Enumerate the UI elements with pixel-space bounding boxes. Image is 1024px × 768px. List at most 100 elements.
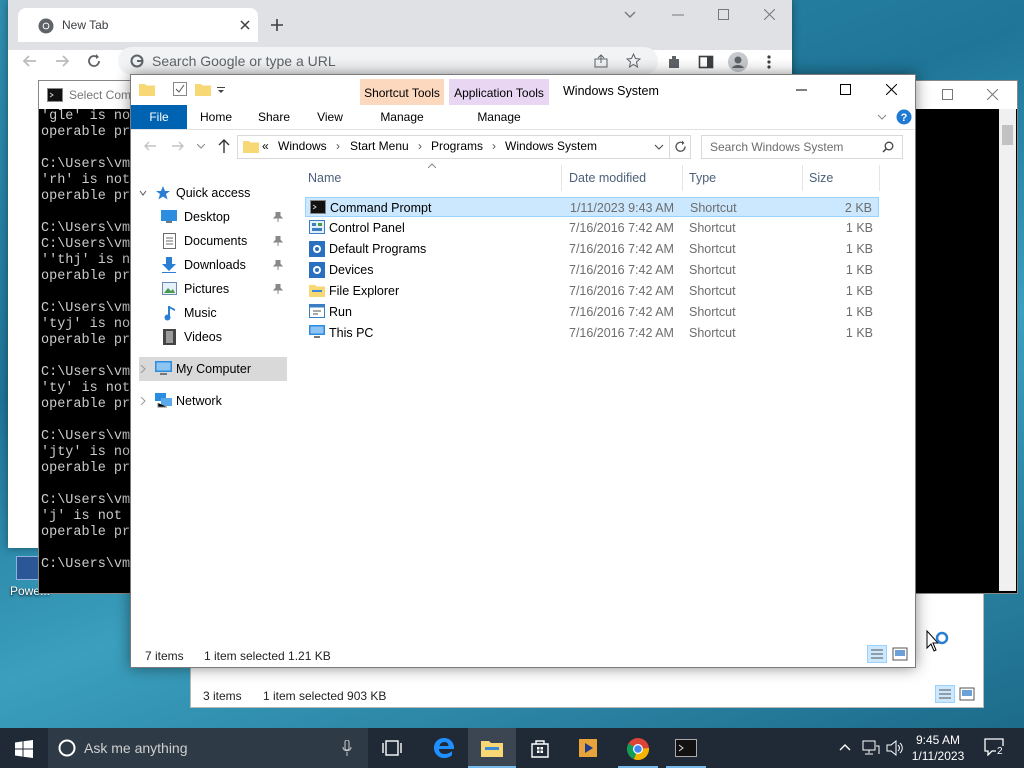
- pin-icon[interactable]: [273, 236, 283, 246]
- bookmark-star-icon[interactable]: [626, 53, 641, 68]
- address-dropdown-chevron-icon[interactable]: [654, 144, 664, 150]
- side-panel-icon[interactable]: [698, 54, 714, 70]
- file-row[interactable]: Devices 7/16/2016 7:42 AM Shortcut 1 KB: [305, 260, 879, 280]
- quick-access-toolbar-chevron-icon[interactable]: [217, 87, 225, 93]
- taskbar-store[interactable]: [516, 728, 564, 768]
- expand-chevron-icon[interactable]: [140, 397, 147, 405]
- nav-pictures[interactable]: Pictures: [161, 279, 287, 299]
- close-tab-icon[interactable]: [240, 20, 250, 30]
- tab-manage-shortcut[interactable]: Manage: [360, 105, 444, 129]
- file-row[interactable]: Control Panel 7/16/2016 7:42 AM Shortcut 1 …: [305, 218, 879, 238]
- microphone-icon[interactable]: [342, 740, 352, 756]
- forward-icon[interactable]: [171, 139, 185, 153]
- cmd-scrollbar[interactable]: [999, 109, 1016, 591]
- volume-icon[interactable]: [886, 740, 904, 756]
- close-icon[interactable]: [886, 84, 897, 95]
- profile-avatar-icon[interactable]: [728, 52, 748, 72]
- shortcut-tools-tab[interactable]: Shortcut Tools: [360, 79, 444, 105]
- maximize-icon[interactable]: [840, 84, 851, 95]
- column-divider[interactable]: [879, 165, 880, 191]
- refresh-icon[interactable]: [674, 140, 687, 153]
- nav-music[interactable]: Music: [161, 303, 287, 323]
- nav-documents[interactable]: Documents: [161, 231, 287, 251]
- close-icon[interactable]: [764, 9, 775, 20]
- maximize-icon[interactable]: [718, 9, 729, 20]
- share-icon[interactable]: [594, 54, 608, 68]
- chrome-menu-icon[interactable]: [766, 54, 772, 70]
- explorer-window[interactable]: Shortcut Tools Application Tools Windows…: [130, 74, 916, 668]
- tab-share[interactable]: Share: [249, 105, 299, 129]
- taskbar-cmd[interactable]: [662, 728, 710, 768]
- minimize-icon[interactable]: [672, 14, 684, 16]
- chevron-up-icon[interactable]: [839, 743, 851, 751]
- file-row[interactable]: This PC 7/16/2016 7:42 AM Shortcut 1 KB: [305, 323, 879, 343]
- tab-home[interactable]: Home: [193, 105, 239, 129]
- new-folder-icon[interactable]: [195, 82, 211, 96]
- column-divider[interactable]: [682, 165, 683, 191]
- file-row[interactable]: File Explorer 7/16/2016 7:42 AM Shortcut 1 …: [305, 281, 879, 301]
- expand-chevron-icon[interactable]: [140, 365, 147, 373]
- expand-ribbon-chevron-icon[interactable]: [877, 114, 887, 120]
- taskbar-media-player[interactable]: [564, 728, 612, 768]
- column-divider[interactable]: [802, 165, 803, 191]
- file-row[interactable]: Default Programs 7/16/2016 7:42 AM Shortcu…: [305, 239, 879, 259]
- breadcrumb-windows-system[interactable]: Windows System: [505, 139, 597, 153]
- nav-desktop[interactable]: Desktop: [161, 207, 287, 227]
- nav-downloads[interactable]: Downloads: [161, 255, 287, 275]
- action-center-button[interactable]: 2: [982, 736, 1008, 760]
- column-header-date-modified[interactable]: Date modified: [569, 171, 646, 185]
- chrome-tab-new-tab[interactable]: New Tab: [18, 8, 258, 42]
- file-row[interactable]: Run 7/16/2016 7:42 AM Shortcut 1 KB: [305, 302, 879, 322]
- large-icons-view-icon[interactable]: [959, 687, 975, 701]
- application-tools-tab[interactable]: Application Tools: [449, 79, 549, 105]
- column-header-name[interactable]: Name: [308, 171, 341, 185]
- pin-icon[interactable]: [273, 260, 283, 270]
- network-status-icon[interactable]: [862, 740, 880, 756]
- extensions-icon[interactable]: [666, 54, 682, 70]
- back-icon[interactable]: [22, 53, 38, 69]
- nav-quick-access[interactable]: Quick access: [139, 183, 289, 203]
- cmd-close-icon[interactable]: [987, 89, 998, 100]
- tab-manage-application[interactable]: Manage: [449, 105, 549, 129]
- breadcrumb-overflow[interactable]: «: [262, 139, 269, 153]
- reload-icon[interactable]: [86, 53, 102, 69]
- taskbar-file-explorer[interactable]: [468, 728, 516, 768]
- omnibox[interactable]: Search Google or type a URL: [118, 47, 658, 75]
- taskbar-clock[interactable]: 9:45 AM 1/11/2023: [906, 732, 970, 764]
- column-header-type[interactable]: Type: [689, 171, 716, 185]
- column-divider[interactable]: [561, 165, 562, 191]
- properties-icon[interactable]: [173, 82, 187, 96]
- cmd-scroll-thumb[interactable]: [1002, 125, 1013, 145]
- help-icon[interactable]: ?: [896, 109, 912, 125]
- cmd-maximize-icon[interactable]: [942, 89, 953, 100]
- breadcrumb-start-menu[interactable]: Start Menu: [350, 139, 409, 153]
- nav-videos[interactable]: Videos: [161, 327, 287, 347]
- recent-locations-chevron-icon[interactable]: [197, 144, 205, 149]
- taskbar-chrome[interactable]: [614, 728, 662, 768]
- nav-network[interactable]: Network: [139, 391, 287, 411]
- nav-my-computer[interactable]: My Computer: [139, 357, 287, 381]
- tab-view[interactable]: View: [307, 105, 353, 129]
- search-input[interactable]: Search Windows System: [701, 135, 903, 159]
- chevron-down-icon[interactable]: [624, 10, 636, 20]
- details-view-icon[interactable]: [867, 645, 887, 663]
- tab-file[interactable]: File: [131, 105, 187, 129]
- task-view-icon[interactable]: [382, 740, 402, 756]
- new-tab-icon[interactable]: [270, 18, 284, 32]
- taskbar-edge[interactable]: [420, 728, 468, 768]
- file-row[interactable]: Command Prompt 1/11/2023 9:43 AM Shortcut 2…: [305, 197, 879, 217]
- breadcrumb-programs[interactable]: Programs: [431, 139, 483, 153]
- details-view-icon[interactable]: [935, 685, 955, 703]
- windows-start-icon[interactable]: [15, 740, 33, 758]
- expand-chevron-icon[interactable]: [139, 189, 147, 197]
- breadcrumb-windows[interactable]: Windows: [278, 139, 327, 153]
- pin-icon[interactable]: [273, 212, 283, 222]
- large-icons-view-icon[interactable]: [892, 647, 908, 661]
- taskbar-search-box[interactable]: Ask me anything: [48, 728, 368, 768]
- forward-icon[interactable]: [54, 53, 70, 69]
- column-header-size[interactable]: Size: [809, 171, 833, 185]
- address-bar[interactable]: « Windows › Start Menu › Programs › Wind…: [237, 135, 691, 159]
- minimize-icon[interactable]: [796, 89, 807, 91]
- back-icon[interactable]: [143, 139, 157, 153]
- up-icon[interactable]: [217, 138, 231, 154]
